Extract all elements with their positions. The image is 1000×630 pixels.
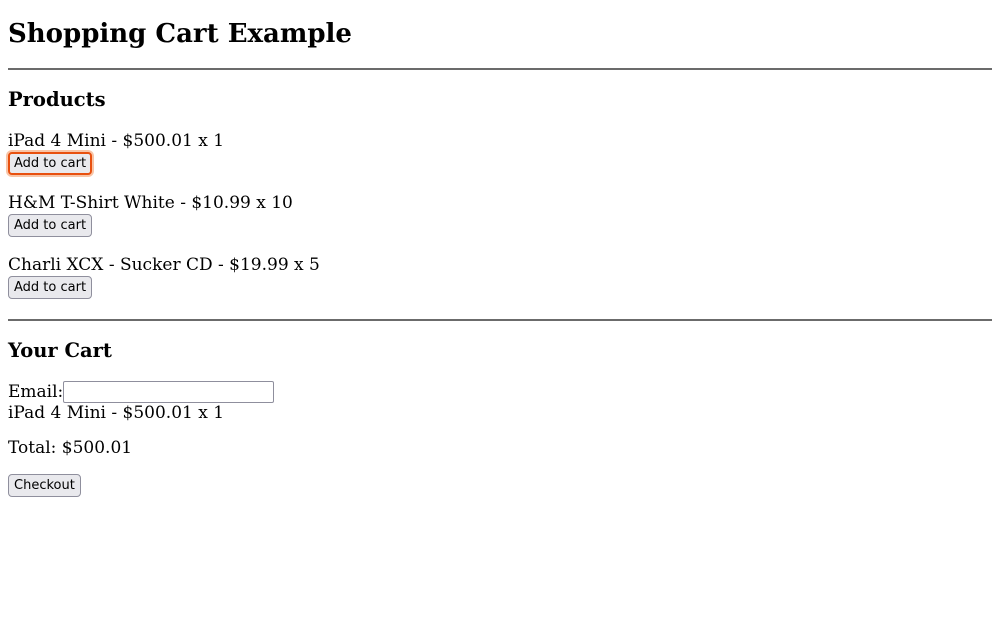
products-section: Products iPad 4 Mini - $500.01 x 1 Add t… — [8, 88, 992, 299]
email-label: Email: — [8, 382, 64, 402]
product-item: H&M T-Shirt White - $10.99 x 10 Add to c… — [8, 192, 992, 237]
product-item: iPad 4 Mini - $500.01 x 1 Add to cart — [8, 130, 992, 175]
product-label: Charli XCX - Sucker CD - $19.99 x 5 — [8, 255, 320, 275]
checkout-wrap: Checkout — [8, 474, 992, 497]
products-heading: Products — [8, 88, 106, 111]
email-row: Email: — [8, 381, 992, 403]
checkout-button[interactable]: Checkout — [8, 474, 81, 497]
add-to-cart-button[interactable]: Add to cart — [8, 152, 93, 175]
product-item: Charli XCX - Sucker CD - $19.99 x 5 Add … — [8, 254, 992, 299]
product-list: iPad 4 Mini - $500.01 x 1 Add to cart H&… — [8, 130, 992, 299]
add-to-cart-button[interactable]: Add to cart — [8, 214, 93, 237]
cart-item: iPad 4 Mini - $500.01 x 1 — [8, 403, 225, 423]
cart-total: Total: $500.01 — [8, 438, 133, 458]
cart-heading: Your Cart — [8, 339, 112, 362]
product-label: H&M T-Shirt White - $10.99 x 10 — [8, 193, 293, 213]
page-title: Shopping Cart Example — [8, 19, 352, 49]
email-field[interactable] — [63, 381, 275, 403]
divider — [8, 68, 992, 70]
add-to-cart-button[interactable]: Add to cart — [8, 276, 93, 299]
product-label: iPad 4 Mini - $500.01 x 1 — [8, 131, 225, 151]
cart-section: Your Cart Email: iPad 4 Mini - $500.01 x… — [8, 339, 992, 497]
divider — [8, 319, 992, 321]
page: Shopping Cart Example Products iPad 4 Mi… — [0, 0, 1000, 497]
